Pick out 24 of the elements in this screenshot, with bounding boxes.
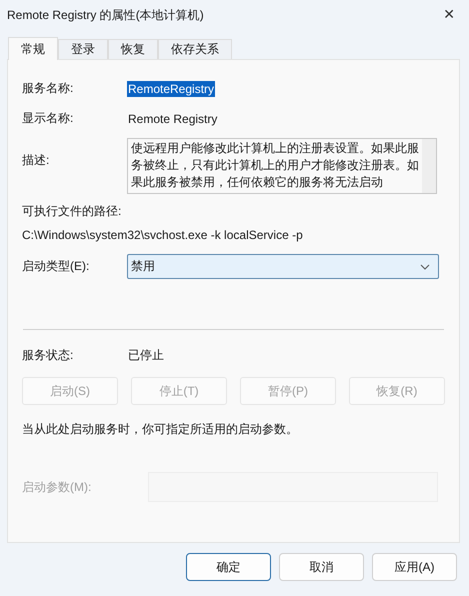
tab[interactable]: 依存关系 <box>158 39 232 59</box>
chevron-down-icon <box>420 264 430 270</box>
dialog-button[interactable]: 取消 <box>279 553 364 581</box>
display-name-value: Remote Registry <box>127 110 218 126</box>
close-button[interactable]: ✕ <box>439 5 459 25</box>
dialog-button[interactable]: 应用(A) <box>372 553 457 581</box>
field-label: 显示名称: <box>22 110 74 127</box>
executable-path: C:\Windows\system32\svchost.exe -k localService -p <box>22 228 304 242</box>
description-box[interactable]: 使远程用户能修改此计算机上的注册表设置。如果此服 务被终止，只有此计算机上的用户才能修改注册表。如 果此服务被禁用，任何依赖它的服务将无法启动 <box>127 138 437 194</box>
dialog-button[interactable]: 确定 <box>186 553 271 581</box>
startup-type-dropdown[interactable]: 禁用 <box>127 254 439 279</box>
field-label: 服务状态: <box>22 347 74 364</box>
hint-text: 当从此处启动服务时，你可指定所适用的启动参数。 <box>22 421 299 438</box>
service-name-value: RemoteRegistry <box>127 80 216 96</box>
tab[interactable]: 恢复 <box>108 39 158 59</box>
field-label: 可执行文件的路径: <box>22 203 122 220</box>
tab[interactable]: 常规 <box>8 37 58 60</box>
window-title: Remote Registry 的属性(本地计算机) <box>7 6 204 24</box>
field-label: 服务名称: <box>22 80 74 97</box>
field-label: 启动类型(E): <box>22 258 90 275</box>
tab[interactable]: 登录 <box>58 39 108 59</box>
field-label: 启动参数(M): <box>22 478 92 496</box>
service-status-value: 已停止 <box>127 347 165 364</box>
field-label: 描述: <box>22 152 50 169</box>
